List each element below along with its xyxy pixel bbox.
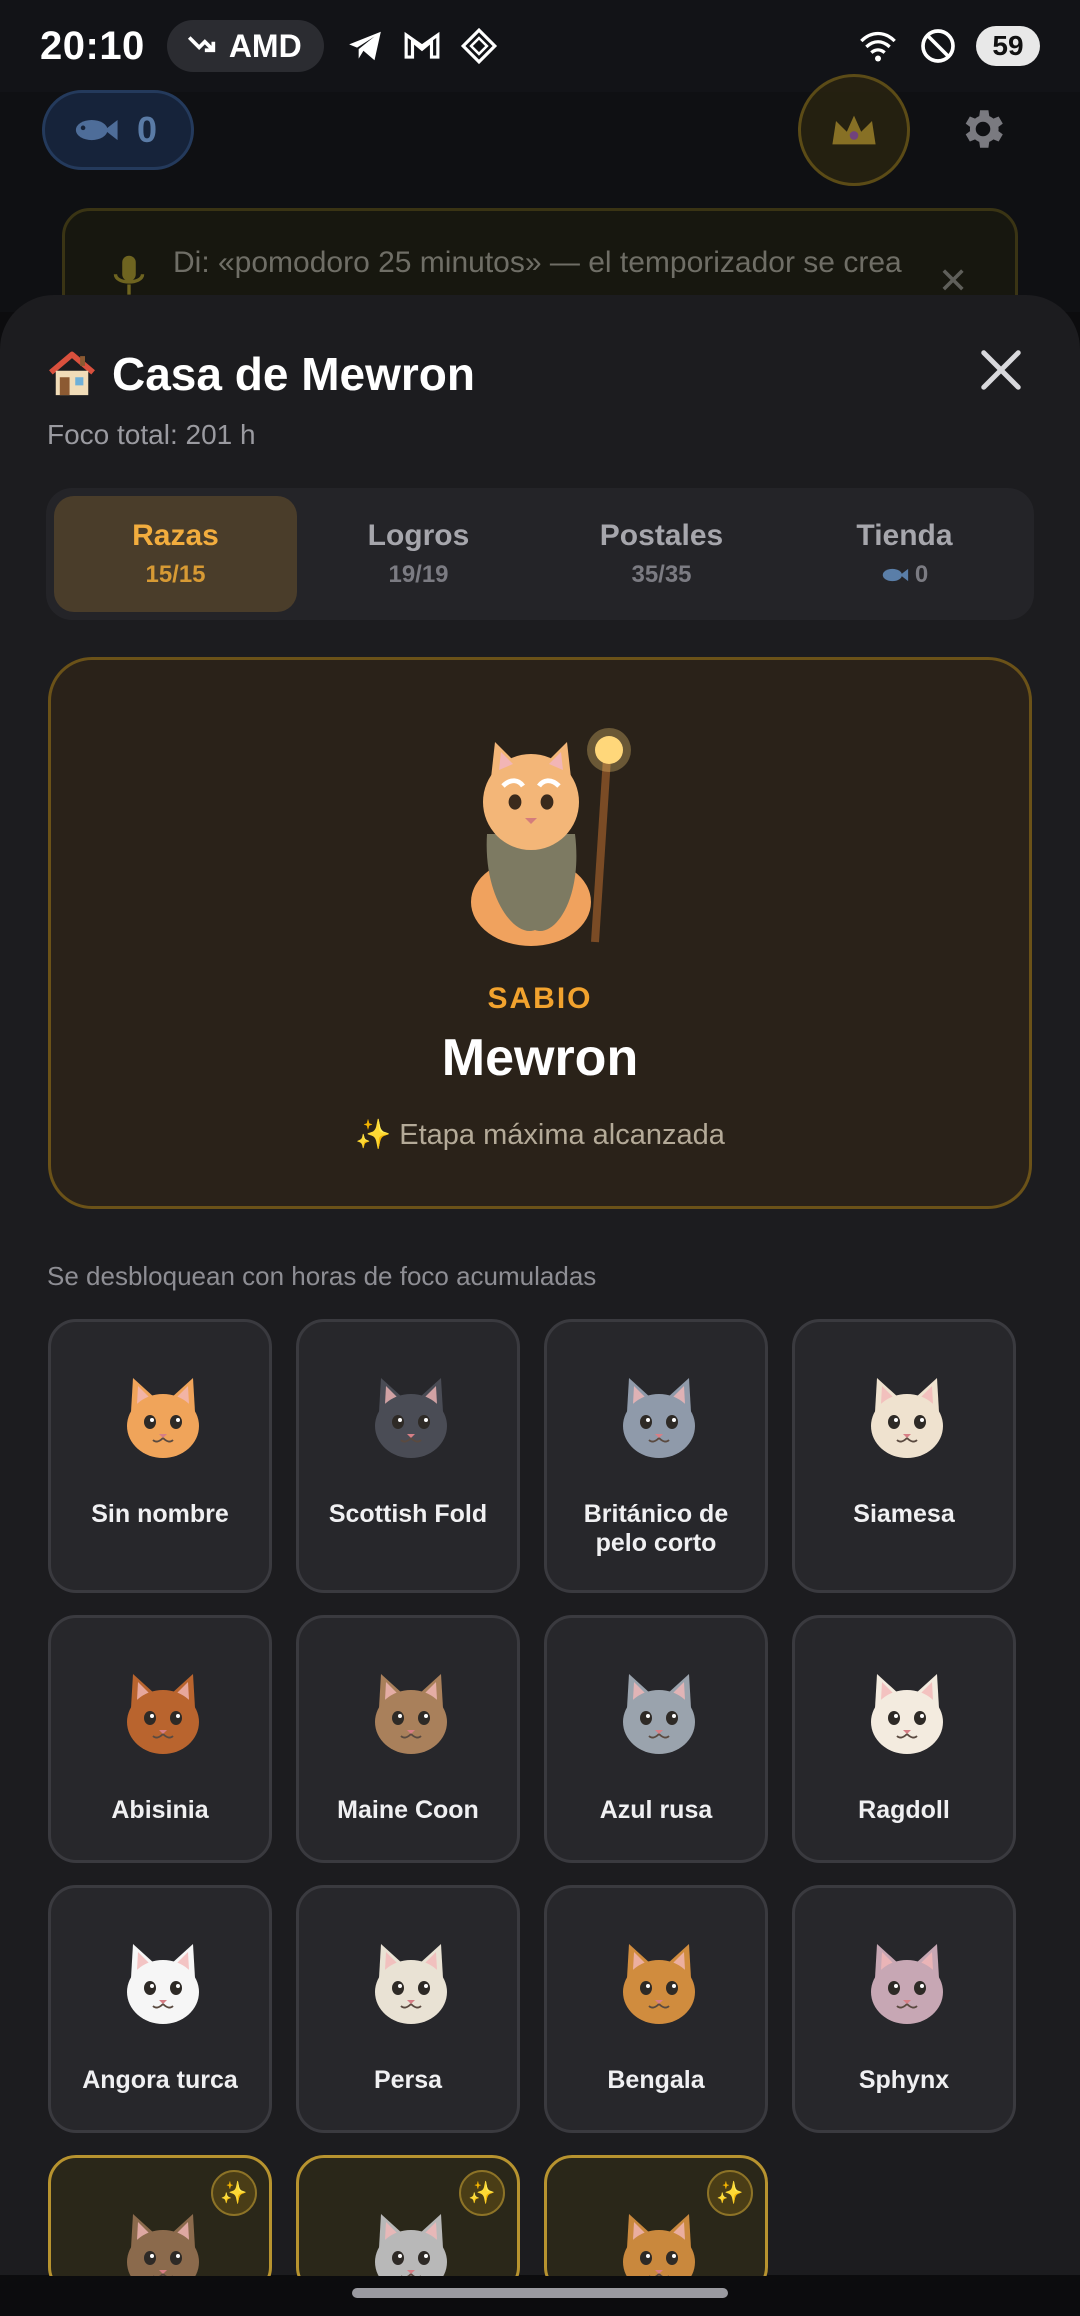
telegram-icon xyxy=(348,31,381,61)
unlock-hint: Se desbloquean con horas de foco acumula… xyxy=(47,1261,597,1291)
tab-bar: Razas 15/15 Logros 19/19 Postales 35/35 … xyxy=(46,488,1034,620)
breed-card[interactable]: Ragdoll xyxy=(792,1615,1016,1863)
cat-name: Mewron xyxy=(441,1029,639,1087)
fish-count: 0 xyxy=(137,109,158,150)
breed-card[interactable]: ✨ xyxy=(48,2155,272,2295)
breed-card[interactable]: Sin nombre xyxy=(48,1319,272,1593)
breed-card[interactable]: Scottish Fold xyxy=(296,1319,520,1593)
battery-indicator: 59 xyxy=(976,26,1040,66)
gmail-icon xyxy=(404,31,440,59)
breed-card[interactable]: Británico de pelo corto xyxy=(544,1319,768,1593)
breed-card[interactable]: ✨ xyxy=(296,2155,520,2295)
breed-name: Angora turca xyxy=(82,2066,238,2094)
breed-name: Sphynx xyxy=(858,2066,950,2094)
breed-name: Maine Coon xyxy=(337,1796,479,1824)
close-icon[interactable] xyxy=(978,347,1024,393)
trending-down-icon xyxy=(187,36,215,53)
status-pill: AMD xyxy=(166,20,324,72)
total-focus-text: Foco total: 201 h xyxy=(47,419,256,450)
cat-face-icon xyxy=(375,1944,447,2024)
breed-name: Sin nombre xyxy=(91,1500,229,1528)
status-bar: 20:10 AMD 59 xyxy=(0,0,1080,92)
breed-name: Británico de pelo corto xyxy=(583,1500,729,1557)
fish-icon xyxy=(75,119,118,141)
breed-card[interactable]: Siamesa xyxy=(792,1319,1016,1593)
tab-label: Tienda xyxy=(856,519,953,552)
gesture-handle[interactable] xyxy=(352,2288,728,2298)
breed-name: Ragdoll xyxy=(858,1796,950,1824)
tab-postales[interactable]: Postales 35/35 xyxy=(540,496,783,612)
cat-face-icon xyxy=(623,1674,695,1754)
status-pill-label: AMD xyxy=(228,27,302,64)
breed-name: Siamesa xyxy=(853,1500,955,1528)
tab-count: 0 xyxy=(881,561,928,589)
cat-face-icon xyxy=(623,1378,695,1458)
cat-face-icon xyxy=(871,1674,943,1754)
sparkle-badge-icon: ✨ xyxy=(211,2170,257,2216)
tab-count: 15/15 xyxy=(145,561,206,588)
cat-face-icon xyxy=(127,1378,199,1458)
wifi-icon xyxy=(860,31,896,62)
cat-face-icon xyxy=(871,1378,943,1458)
breed-name: Bengala xyxy=(607,2066,705,2094)
breed-card[interactable]: Maine Coon xyxy=(296,1615,520,1863)
breed-card[interactable]: Bengala xyxy=(544,1885,768,2133)
tab-label: Postales xyxy=(599,519,724,552)
breed-card[interactable]: Azul rusa xyxy=(544,1615,768,1863)
breed-card[interactable]: Sphynx xyxy=(792,1885,1016,2133)
breed-name: Abisinia xyxy=(111,1796,209,1824)
cat-face-icon xyxy=(375,1378,447,1458)
notification-icons xyxy=(346,27,498,65)
tab-logros[interactable]: Logros 19/19 xyxy=(297,496,540,612)
tab-count-value: 0 xyxy=(914,561,929,588)
sage-cat-avatar xyxy=(471,728,631,946)
cat-face-icon xyxy=(375,1674,447,1754)
breed-card[interactable]: Abisinia xyxy=(48,1615,272,1863)
settings-gear-icon[interactable] xyxy=(958,104,1008,154)
cat-face-icon xyxy=(127,1674,199,1754)
breed-name: Scottish Fold xyxy=(328,1500,488,1528)
cat-rank: SABIO xyxy=(487,982,593,1015)
app-root: { "status_bar": { "time": "20:10", "pill… xyxy=(0,0,1080,2316)
breed-card[interactable]: ✨ xyxy=(544,2155,768,2295)
house-icon xyxy=(49,351,95,396)
sheet-header: Casa de Mewron xyxy=(46,347,475,401)
system-icons: 59 xyxy=(856,26,1040,66)
fish-icon xyxy=(882,568,908,582)
tab-label: Razas xyxy=(132,519,219,552)
max-stage-note: ✨ Etapa máxima alcanzada xyxy=(355,1119,725,1151)
cat-face-icon xyxy=(127,1944,199,2024)
navigation-bar xyxy=(0,2276,1080,2316)
sheet-title: Casa de Mewron xyxy=(112,348,475,400)
breed-card[interactable]: Angora turca xyxy=(48,1885,272,2133)
app-diamond-icon xyxy=(460,27,497,65)
breed-name: Persa xyxy=(373,2066,443,2094)
tab-count: 19/19 xyxy=(388,561,449,588)
microphone-icon xyxy=(113,255,145,295)
sparkle-badge-icon: ✨ xyxy=(707,2170,753,2216)
breed-card[interactable]: Persa xyxy=(296,1885,520,2133)
cat-house-sheet: Casa de Mewron Foco total: 201 h Razas 1… xyxy=(0,295,1080,2295)
tab-count: 35/35 xyxy=(631,561,692,588)
status-time: 20:10 xyxy=(40,23,145,68)
cat-face-icon xyxy=(871,1944,943,2024)
premium-crown-button[interactable] xyxy=(798,74,910,186)
crown-icon xyxy=(832,115,876,145)
tab-razas[interactable]: Razas 15/15 xyxy=(54,496,297,612)
do-not-disturb-icon xyxy=(921,29,955,63)
breed-name: Azul rusa xyxy=(599,1796,713,1824)
fish-currency-pill: 0 xyxy=(42,90,194,170)
cat-face-icon xyxy=(623,1944,695,2024)
sparkle-badge-icon: ✨ xyxy=(459,2170,505,2216)
tab-tienda[interactable]: Tienda 0 xyxy=(783,496,1026,612)
current-cat-card: SABIO Mewron ✨ Etapa máxima alcanzada xyxy=(48,657,1032,1209)
tab-label: Logros xyxy=(367,519,470,552)
